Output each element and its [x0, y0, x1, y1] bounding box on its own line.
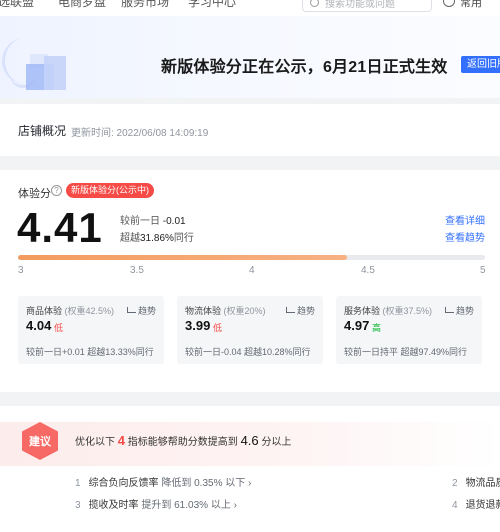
nav-item-alliance[interactable]: 选联盟 — [0, 0, 34, 10]
tick-label: 5 — [480, 265, 486, 276]
product-experience-card[interactable]: 商品体验 (权重42.5%) 趋势 4.04 低 较前一日+0.01 超越13.… — [18, 296, 164, 364]
sub-footer: 较前一日+0.01 超越13.33%同行 — [26, 347, 154, 357]
top-nav: 选联盟 电商罗盘 服务市场 学习中心 搜索功能或问题 常用 — [0, 0, 500, 16]
logistics-experience-card[interactable]: 物流体验 (权重20%) 趋势 3.99 低 较前一日-0.04 超越10.28… — [177, 296, 323, 364]
score-label: 体验分 — [18, 188, 51, 200]
trend-icon — [126, 307, 136, 313]
nav-item-compass[interactable]: 电商罗盘 — [58, 0, 106, 10]
advice-summary: 优化以下 4 指标能够帮助分数提高到 4.6 分以上 — [75, 433, 292, 448]
tick-label: 4.5 — [361, 265, 375, 276]
advice-item[interactable]: 1 综合负向反馈率 降低到 0.35% 以下 › — [75, 474, 251, 489]
advice-card: 建议 优化以下 4 指标能够帮助分数提高到 4.6 分以上 1 综合负向反馈率 降… — [0, 406, 500, 532]
trend-link[interactable]: 趋势 — [444, 304, 474, 317]
experience-score-card: 体验分 ? 新版体验分(公示中) 4.41 较前一日 -0.01 超越31.86… — [0, 170, 500, 392]
nav-item-learning-center[interactable]: 学习中心 — [188, 0, 236, 10]
update-time: 更新时间: 2022/06/08 14:09:19 — [71, 128, 209, 139]
score-value: 4.41 — [17, 204, 103, 251]
sub-name: 服务体验 (权重37.5%) — [344, 306, 433, 316]
trend-link[interactable]: 趋势 — [285, 304, 315, 317]
banner-headline: 新版体验分正在公示，6月21日正式生效 — [161, 59, 448, 76]
view-detail-link[interactable]: 查看详细 — [445, 212, 485, 227]
help-icon[interactable]: ? — [51, 185, 62, 196]
banner-illustration — [0, 36, 80, 94]
sub-footer: 较前一日持平 超越97.49%同行 — [344, 347, 468, 357]
search-placeholder: 搜索功能或问题 — [325, 0, 395, 10]
search-icon — [310, 0, 319, 7]
score-compare: 较前一日 -0.01 — [120, 216, 186, 227]
sub-level-tag: 低 — [213, 323, 223, 333]
often-used-link[interactable]: 常用 — [460, 0, 482, 10]
sub-value: 4.97 — [344, 318, 370, 333]
new-score-badge: 新版体验分(公示中) — [66, 183, 154, 198]
shop-overview-card: 店铺概况 更新时间: 2022/06/08 14:09:19 — [0, 104, 500, 156]
shop-overview-title: 店铺概况 — [18, 124, 67, 138]
back-to-old-version-button[interactable]: 返回旧版 — [461, 56, 500, 73]
trend-icon — [444, 307, 454, 313]
search-input[interactable]: 搜索功能或问题 — [302, 0, 432, 12]
advice-item[interactable]: 2物流品质 — [452, 474, 500, 489]
service-experience-card[interactable]: 服务体验 (权重37.5%) 趋势 4.97 高 较前一日持平 超越97.49%… — [336, 296, 482, 364]
sub-name: 物流体验 (权重20%) — [185, 306, 266, 316]
trend-link[interactable]: 趋势 — [126, 304, 156, 317]
tick-label: 3 — [18, 265, 24, 276]
sub-value: 4.04 — [26, 318, 52, 333]
score-progress-bar — [18, 255, 485, 260]
sub-level-tag: 高 — [372, 323, 382, 333]
tick-label: 4 — [249, 265, 255, 276]
sub-value: 3.99 — [185, 318, 211, 333]
view-trend-link[interactable]: 查看趋势 — [445, 229, 485, 244]
sub-level-tag: 低 — [54, 323, 64, 333]
sub-footer: 较前一日-0.04 超越10.28%同行 — [185, 347, 311, 357]
sub-name: 商品体验 (权重42.5%) — [26, 306, 115, 316]
advice-item[interactable]: 4退货退款 — [452, 496, 500, 511]
nav-item-service-market[interactable]: 服务市场 — [121, 0, 169, 10]
score-progress-fill — [18, 255, 348, 260]
clock-icon[interactable] — [443, 0, 455, 7]
score-beat: 超越31.86%同行 — [120, 233, 194, 244]
tick-label: 3.5 — [130, 265, 144, 276]
announcement-banner: 新版体验分正在公示，6月21日正式生效 返回旧版 — [0, 16, 500, 98]
trend-icon — [285, 307, 295, 313]
advice-item[interactable]: 3 揽收及时率 提升到 61.03% 以上 › — [75, 496, 237, 511]
